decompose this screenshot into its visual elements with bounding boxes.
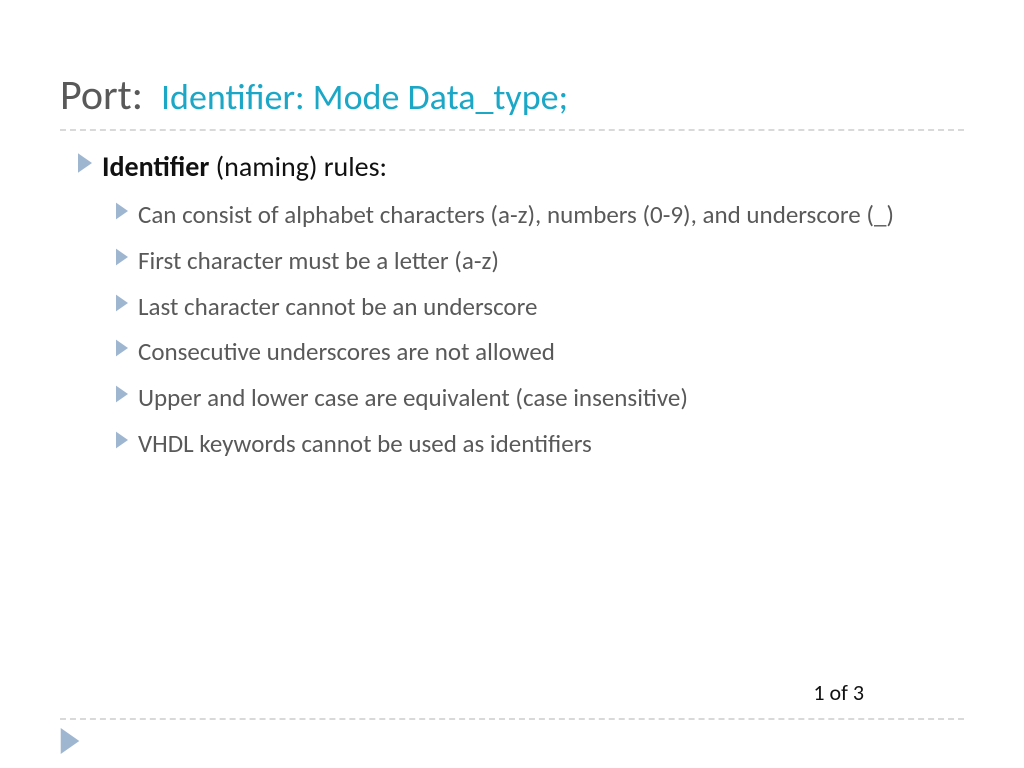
list-item-text: VHDL keywords cannot be used as identifi… bbox=[138, 427, 592, 461]
slide-title: Port: Identifier: Mode Data_type; bbox=[60, 70, 964, 131]
triangle-bullet-icon bbox=[116, 248, 128, 266]
list-item-text: First character must be a letter (a-z) bbox=[138, 244, 499, 278]
title-main: Port: bbox=[60, 70, 143, 121]
list-item: Consecutive underscores are not allowed bbox=[116, 335, 964, 369]
list-item: Last character cannot be an underscore bbox=[116, 290, 964, 324]
slide: Port: Identifier: Mode Data_type; Identi… bbox=[0, 0, 1024, 768]
list-item: First character must be a letter (a-z) bbox=[116, 244, 964, 278]
triangle-bullet-icon bbox=[116, 294, 128, 312]
heading-text: Identifier (naming) rules: bbox=[102, 149, 387, 184]
list-item-text: Consecutive underscores are not allowed bbox=[138, 335, 555, 369]
list-item-text: Can consist of alphabet characters (a-z)… bbox=[138, 198, 894, 232]
triangle-bullet-icon bbox=[116, 202, 128, 220]
heading-rest: (naming) rules: bbox=[209, 149, 387, 184]
title-sub: Identifier: Mode Data_type; bbox=[161, 75, 568, 119]
footer-triangle-icon bbox=[60, 728, 80, 754]
triangle-bullet-icon bbox=[78, 153, 92, 173]
triangle-bullet-icon bbox=[116, 385, 128, 403]
list-item-text: Upper and lower case are equivalent (cas… bbox=[138, 381, 688, 415]
triangle-bullet-icon bbox=[116, 339, 128, 357]
heading-strong: Identifier bbox=[102, 149, 209, 184]
page-indicator: 1 of 3 bbox=[813, 679, 864, 706]
list-item: Can consist of alphabet characters (a-z)… bbox=[116, 198, 964, 232]
footer-divider bbox=[60, 718, 964, 720]
heading-row: Identifier (naming) rules: bbox=[78, 149, 964, 184]
list-item: Upper and lower case are equivalent (cas… bbox=[116, 381, 964, 415]
list-item-text: Last character cannot be an underscore bbox=[138, 290, 537, 324]
list-item: VHDL keywords cannot be used as identifi… bbox=[116, 427, 964, 461]
triangle-bullet-icon bbox=[116, 431, 128, 449]
rules-list: Can consist of alphabet characters (a-z)… bbox=[116, 198, 964, 461]
